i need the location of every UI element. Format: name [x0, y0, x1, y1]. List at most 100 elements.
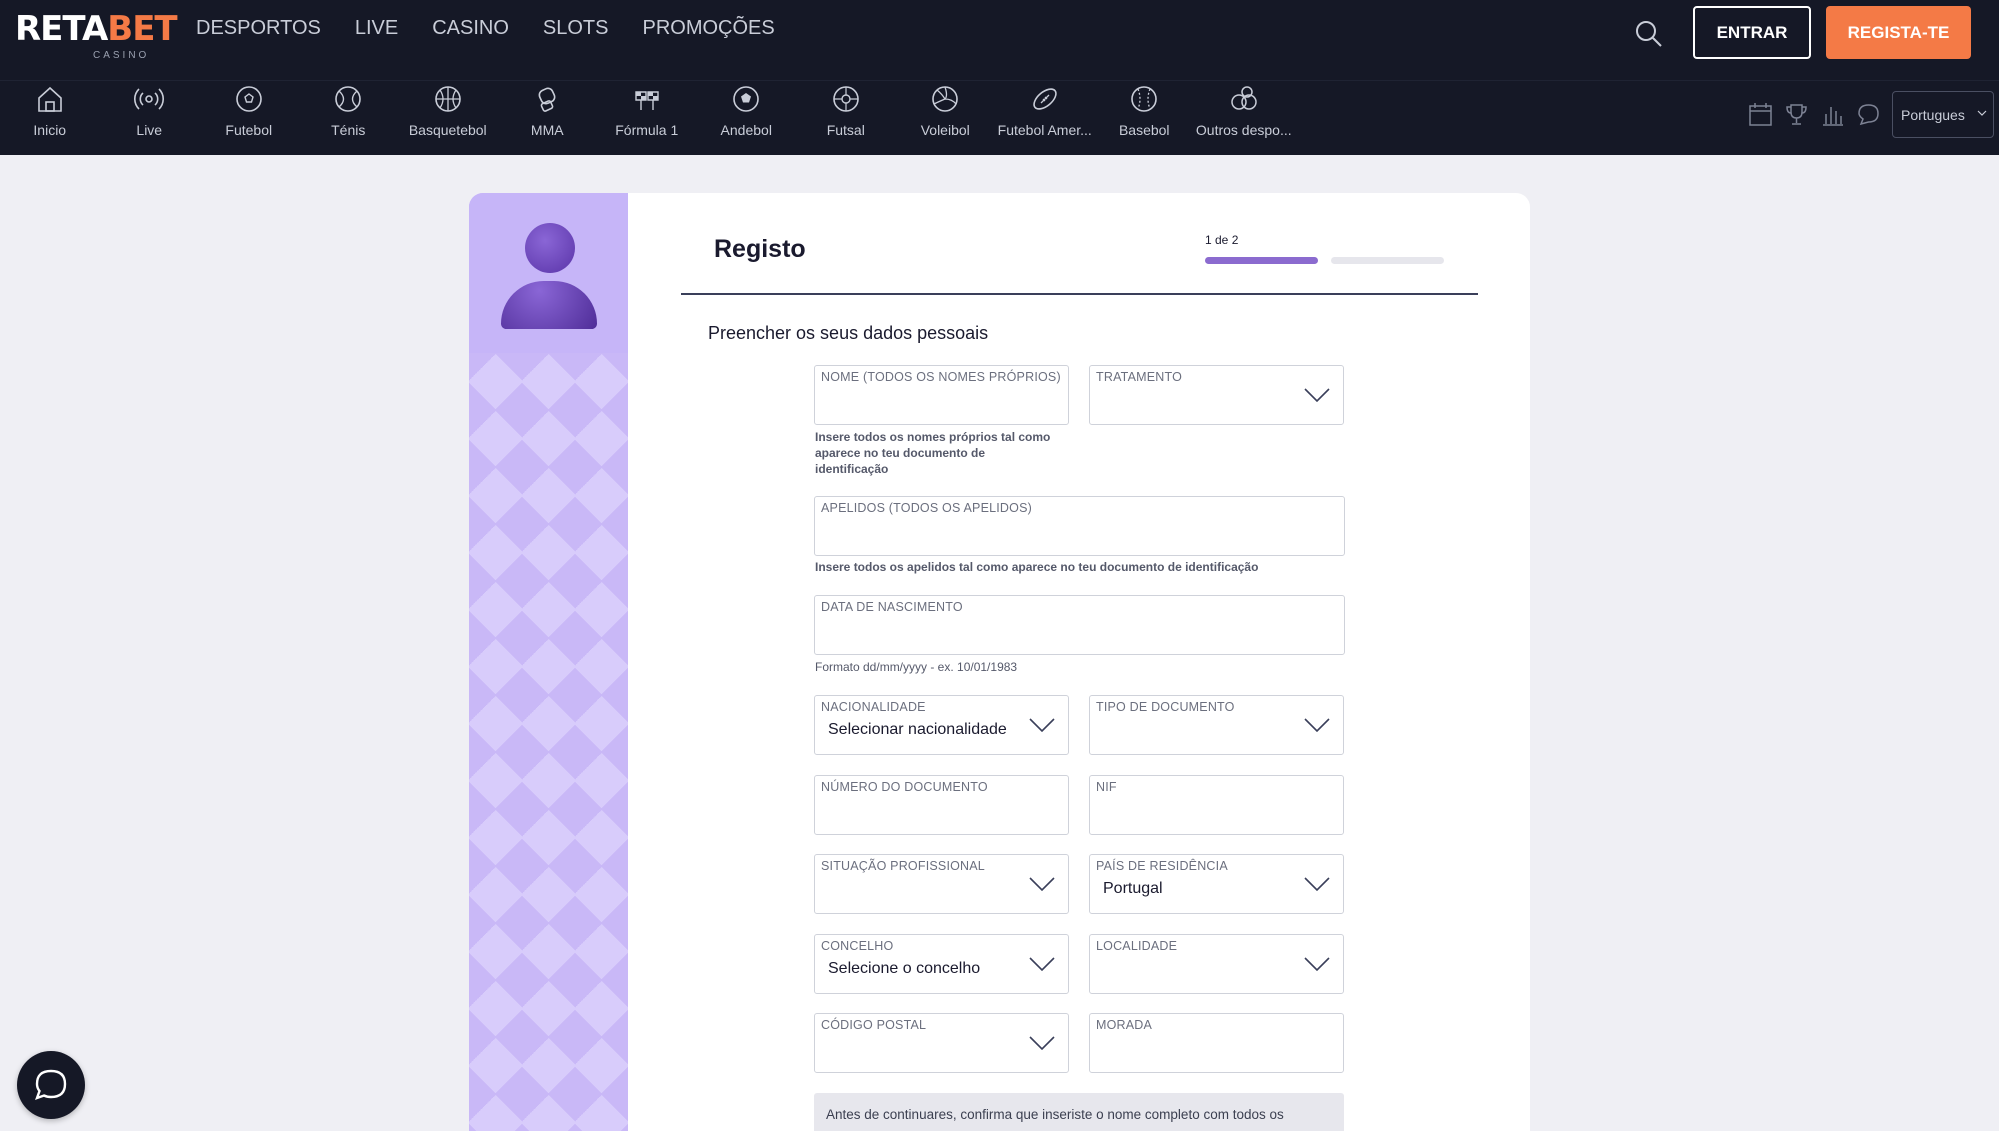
- field-value: Selecionar nacionalidade: [828, 721, 1007, 738]
- chat-icon: [35, 1069, 67, 1100]
- sport-label: Live: [136, 122, 163, 138]
- tennis-icon: [335, 86, 362, 112]
- chevron-down-icon: [1304, 957, 1330, 971]
- apelidos-field[interactable]: APELIDOS (TODOS OS APELIDOS): [814, 496, 1345, 556]
- sport-item-futsal[interactable]: Futsal: [796, 84, 896, 138]
- stats-icon[interactable]: [1820, 102, 1845, 127]
- sport-item-tenis[interactable]: Ténis: [299, 84, 399, 138]
- chevron-down-icon: [1029, 718, 1055, 732]
- chevron-down-icon: [1304, 388, 1330, 402]
- baseball-icon: [1131, 86, 1158, 112]
- american-football-icon: [1033, 88, 1057, 110]
- home-icon: [37, 86, 62, 112]
- menu-promocoes[interactable]: PROMOÇÕES: [642, 16, 774, 40]
- sport-item-andebol[interactable]: Andebol: [697, 84, 797, 138]
- retabet-logo[interactable]: RETABET CASINO: [15, 9, 178, 65]
- chevron-down-icon: [1029, 877, 1055, 891]
- field-label: DATA DE NASCIMENTO: [821, 600, 963, 614]
- field-value: Selecione o concelho: [828, 960, 981, 977]
- top-header: RETABET CASINO DESPORTOS LIVE CASINO SLO…: [0, 0, 1999, 80]
- progress-step-1: [1205, 257, 1318, 264]
- nif-field[interactable]: NIF: [1089, 775, 1344, 835]
- menu-slots[interactable]: SLOTS: [543, 16, 609, 40]
- field-label: NIF: [1096, 780, 1117, 794]
- main-menu: DESPORTOS LIVE CASINO SLOTS PROMOÇÕES: [196, 16, 809, 40]
- sport-item-outros[interactable]: Outros despo...: [1194, 84, 1294, 138]
- tipo-documento-select[interactable]: TIPO DE DOCUMENTO: [1089, 695, 1344, 755]
- situacao-profissional-select[interactable]: SITUAÇÃO PROFISSIONAL: [814, 854, 1069, 914]
- title-divider: [681, 293, 1478, 295]
- field-label: TIPO DE DOCUMENTO: [1096, 700, 1235, 714]
- sport-label: Outros despo...: [1195, 122, 1292, 138]
- registration-card: Registo 1 de 2 Preencher os seus dados p…: [469, 193, 1530, 1131]
- sport-label: Basquetebol: [408, 122, 487, 138]
- menu-desportos[interactable]: DESPORTOS: [196, 16, 321, 40]
- field-value: Portugal: [1103, 880, 1163, 897]
- futsal-icon: [832, 86, 859, 112]
- sport-item-formula1[interactable]: Fórmula 1: [597, 84, 697, 138]
- sport-item-live[interactable]: Live: [100, 84, 200, 138]
- handball-icon: [733, 86, 760, 112]
- sport-label: Andebol: [720, 122, 772, 138]
- volleyball-icon: [932, 86, 959, 112]
- logo-text-reta: RETA: [15, 9, 108, 49]
- nome-field[interactable]: NOME (TODOS OS NOMES PRÓPRIOS): [814, 365, 1069, 425]
- field-label: APELIDOS (TODOS OS APELIDOS): [821, 501, 1032, 515]
- concelho-select[interactable]: CONCELHO Selecione o concelho: [814, 934, 1069, 994]
- nome-hint: Insere todos os nomes próprios tal como …: [815, 430, 1051, 476]
- form-subtitle: Preencher os seus dados pessoais: [708, 323, 989, 343]
- search-icon[interactable]: [1633, 18, 1665, 50]
- login-button[interactable]: ENTRAR: [1693, 6, 1811, 59]
- language-select[interactable]: Portugues: [1892, 91, 1994, 138]
- sport-label: Inicio: [33, 122, 67, 138]
- sport-item-mma[interactable]: MMA: [498, 84, 598, 138]
- numero-documento-field[interactable]: NÚMERO DO DOCUMENTO: [814, 775, 1069, 835]
- live-broadcast-icon: [134, 88, 165, 110]
- sport-item-basebol[interactable]: Basebol: [1095, 84, 1195, 138]
- decorative-pattern: [469, 353, 628, 1131]
- trophy-icon[interactable]: [1784, 102, 1809, 127]
- chat-bubble-icon[interactable]: [1856, 102, 1881, 127]
- football-icon: [235, 86, 262, 112]
- sport-label: Basebol: [1118, 122, 1170, 138]
- field-label: SITUAÇÃO PROFISSIONAL: [821, 859, 985, 873]
- header-tools: [1748, 102, 1881, 127]
- field-label: CONCELHO: [821, 939, 894, 953]
- sport-label: Futebol Amer...: [997, 122, 1092, 138]
- sport-item-futebol-americano[interactable]: Futebol Amer...: [995, 84, 1095, 138]
- register-button[interactable]: REGISTA-TE: [1826, 6, 1971, 59]
- confirmation-notice: Antes de continuares, confirma que inser…: [814, 1093, 1344, 1131]
- sport-item-voleibol[interactable]: Voleibol: [896, 84, 996, 138]
- morada-field[interactable]: MORADA: [1089, 1013, 1344, 1073]
- chevron-down-icon: [1304, 877, 1330, 891]
- field-label: MORADA: [1096, 1018, 1153, 1032]
- field-label: NOME (TODOS OS NOMES PRÓPRIOS): [821, 370, 1061, 384]
- pais-residencia-select[interactable]: PAÍS DE RESIDÊNCIA Portugal: [1089, 854, 1344, 914]
- language-value: Portugues: [1901, 106, 1965, 123]
- sport-label: Futebol: [225, 122, 273, 138]
- calendar-icon[interactable]: [1748, 102, 1773, 127]
- sport-item-inicio[interactable]: Inicio: [0, 84, 100, 138]
- localidade-select[interactable]: LOCALIDADE: [1089, 934, 1344, 994]
- field-label: NACIONALIDADE: [821, 700, 926, 714]
- codigo-postal-select[interactable]: CÓDIGO POSTAL: [814, 1013, 1069, 1073]
- field-label: NÚMERO DO DOCUMENTO: [821, 780, 988, 794]
- chevron-down-icon: [1304, 718, 1330, 732]
- nacionalidade-select[interactable]: NACIONALIDADE Selecionar nacionalidade: [814, 695, 1069, 755]
- field-label: CÓDIGO POSTAL: [821, 1018, 927, 1032]
- sport-item-futebol[interactable]: Futebol: [199, 84, 299, 138]
- sport-item-basquetebol[interactable]: Basquetebol: [398, 84, 498, 138]
- tratamento-select[interactable]: TRATAMENTO: [1089, 365, 1344, 425]
- birthdate-hint: Formato dd/mm/yyyy - ex. 10/01/1983: [815, 660, 1018, 674]
- mma-glove-icon: [538, 87, 556, 112]
- sport-label: Ténis: [331, 122, 366, 138]
- chevron-down-icon: [1029, 1036, 1055, 1050]
- formula1-icon: [635, 91, 659, 110]
- menu-live[interactable]: LIVE: [355, 16, 398, 40]
- live-chat-button[interactable]: [17, 1051, 85, 1119]
- menu-casino[interactable]: CASINO: [432, 16, 509, 40]
- birthdate-field[interactable]: DATA DE NASCIMENTO: [814, 595, 1345, 655]
- logo-subtitle: CASINO: [93, 50, 150, 61]
- sport-label: Futsal: [826, 122, 865, 138]
- field-label: LOCALIDADE: [1096, 939, 1178, 953]
